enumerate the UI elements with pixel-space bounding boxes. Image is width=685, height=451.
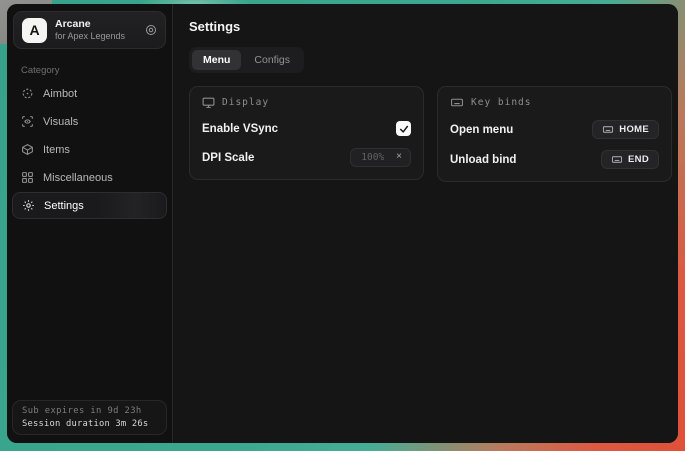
- sub-expiry-text: Sub expires in 9d 23h: [22, 406, 157, 416]
- keyboard-icon: [602, 124, 614, 135]
- dpi-value[interactable]: 100%: [351, 149, 392, 166]
- settings-tabbar: Menu Configs: [189, 47, 304, 73]
- dpi-scale-input[interactable]: 100% ×: [350, 148, 411, 167]
- brand-text: Arcane for Apex Legends: [55, 18, 137, 42]
- keybinds-card: Key binds Open menu HOME Unload bin: [437, 86, 672, 182]
- display-card: Display Enable VSync DPI Scale 100% ×: [189, 86, 424, 180]
- sidebar-item-label: Aimbot: [43, 88, 77, 100]
- unload-bind-label: Unload bind: [450, 154, 516, 166]
- power-icon[interactable]: [145, 24, 157, 36]
- sidebar: A Arcane for Apex Legends Category Aimbo…: [7, 4, 173, 443]
- tab-menu[interactable]: Menu: [192, 50, 241, 70]
- sidebar-item-label: Visuals: [43, 116, 78, 128]
- session-duration-text: Session duration 3m 26s: [22, 419, 157, 429]
- vsync-row: Enable VSync: [202, 120, 411, 137]
- main-content: Settings Menu Configs Display Enable VSy…: [173, 4, 678, 443]
- keybinds-card-header: Key binds: [450, 96, 659, 109]
- keyboard-icon: [450, 96, 464, 109]
- sidebar-item-label: Miscellaneous: [43, 172, 113, 184]
- gear-icon: [22, 199, 35, 212]
- clear-icon[interactable]: ×: [392, 150, 410, 165]
- subscription-info-box: Sub expires in 9d 23h Session duration 3…: [12, 400, 167, 435]
- sidebar-item-aimbot[interactable]: Aimbot: [12, 80, 167, 107]
- monitor-icon: [202, 96, 215, 109]
- dpi-row: DPI Scale 100% ×: [202, 148, 411, 167]
- app-window: A Arcane for Apex Legends Category Aimbo…: [7, 4, 678, 443]
- brand-name: Arcane: [55, 18, 137, 31]
- tab-configs[interactable]: Configs: [243, 50, 301, 70]
- app-logo: A: [22, 18, 47, 43]
- grid-icon: [21, 171, 34, 184]
- category-label: Category: [21, 65, 172, 76]
- sidebar-item-settings[interactable]: Settings: [12, 192, 167, 219]
- sidebar-item-label: Items: [43, 144, 70, 156]
- package-icon: [21, 143, 34, 156]
- vsync-label: Enable VSync: [202, 123, 278, 135]
- open-menu-keybind-button[interactable]: HOME: [592, 120, 659, 139]
- sidebar-item-label: Settings: [44, 200, 84, 212]
- unload-key: END: [628, 154, 649, 165]
- sidebar-nav: Aimbot Visuals Items: [7, 80, 172, 219]
- display-card-header: Display: [202, 96, 411, 109]
- sidebar-item-items[interactable]: Items: [12, 136, 167, 163]
- display-card-title: Display: [222, 97, 269, 108]
- sidebar-item-miscellaneous[interactable]: Miscellaneous: [12, 164, 167, 191]
- open-menu-key: HOME: [619, 124, 649, 135]
- page-title: Settings: [189, 19, 672, 34]
- keyboard-icon: [611, 154, 623, 165]
- unload-keybind-button[interactable]: END: [601, 150, 659, 169]
- open-menu-label: Open menu: [450, 124, 513, 136]
- vsync-checkbox[interactable]: [396, 121, 411, 136]
- brand-card: A Arcane for Apex Legends: [13, 11, 166, 49]
- brand-subtitle: for Apex Legends: [55, 31, 137, 42]
- keybinds-card-title: Key binds: [471, 97, 531, 108]
- sidebar-item-visuals[interactable]: Visuals: [12, 108, 167, 135]
- settings-cards: Display Enable VSync DPI Scale 100% ×: [189, 86, 672, 182]
- open-menu-row: Open menu HOME: [450, 120, 659, 139]
- dpi-label: DPI Scale: [202, 152, 254, 164]
- crosshair-icon: [21, 87, 34, 100]
- unload-bind-row: Unload bind END: [450, 150, 659, 169]
- eye-icon: [21, 115, 34, 128]
